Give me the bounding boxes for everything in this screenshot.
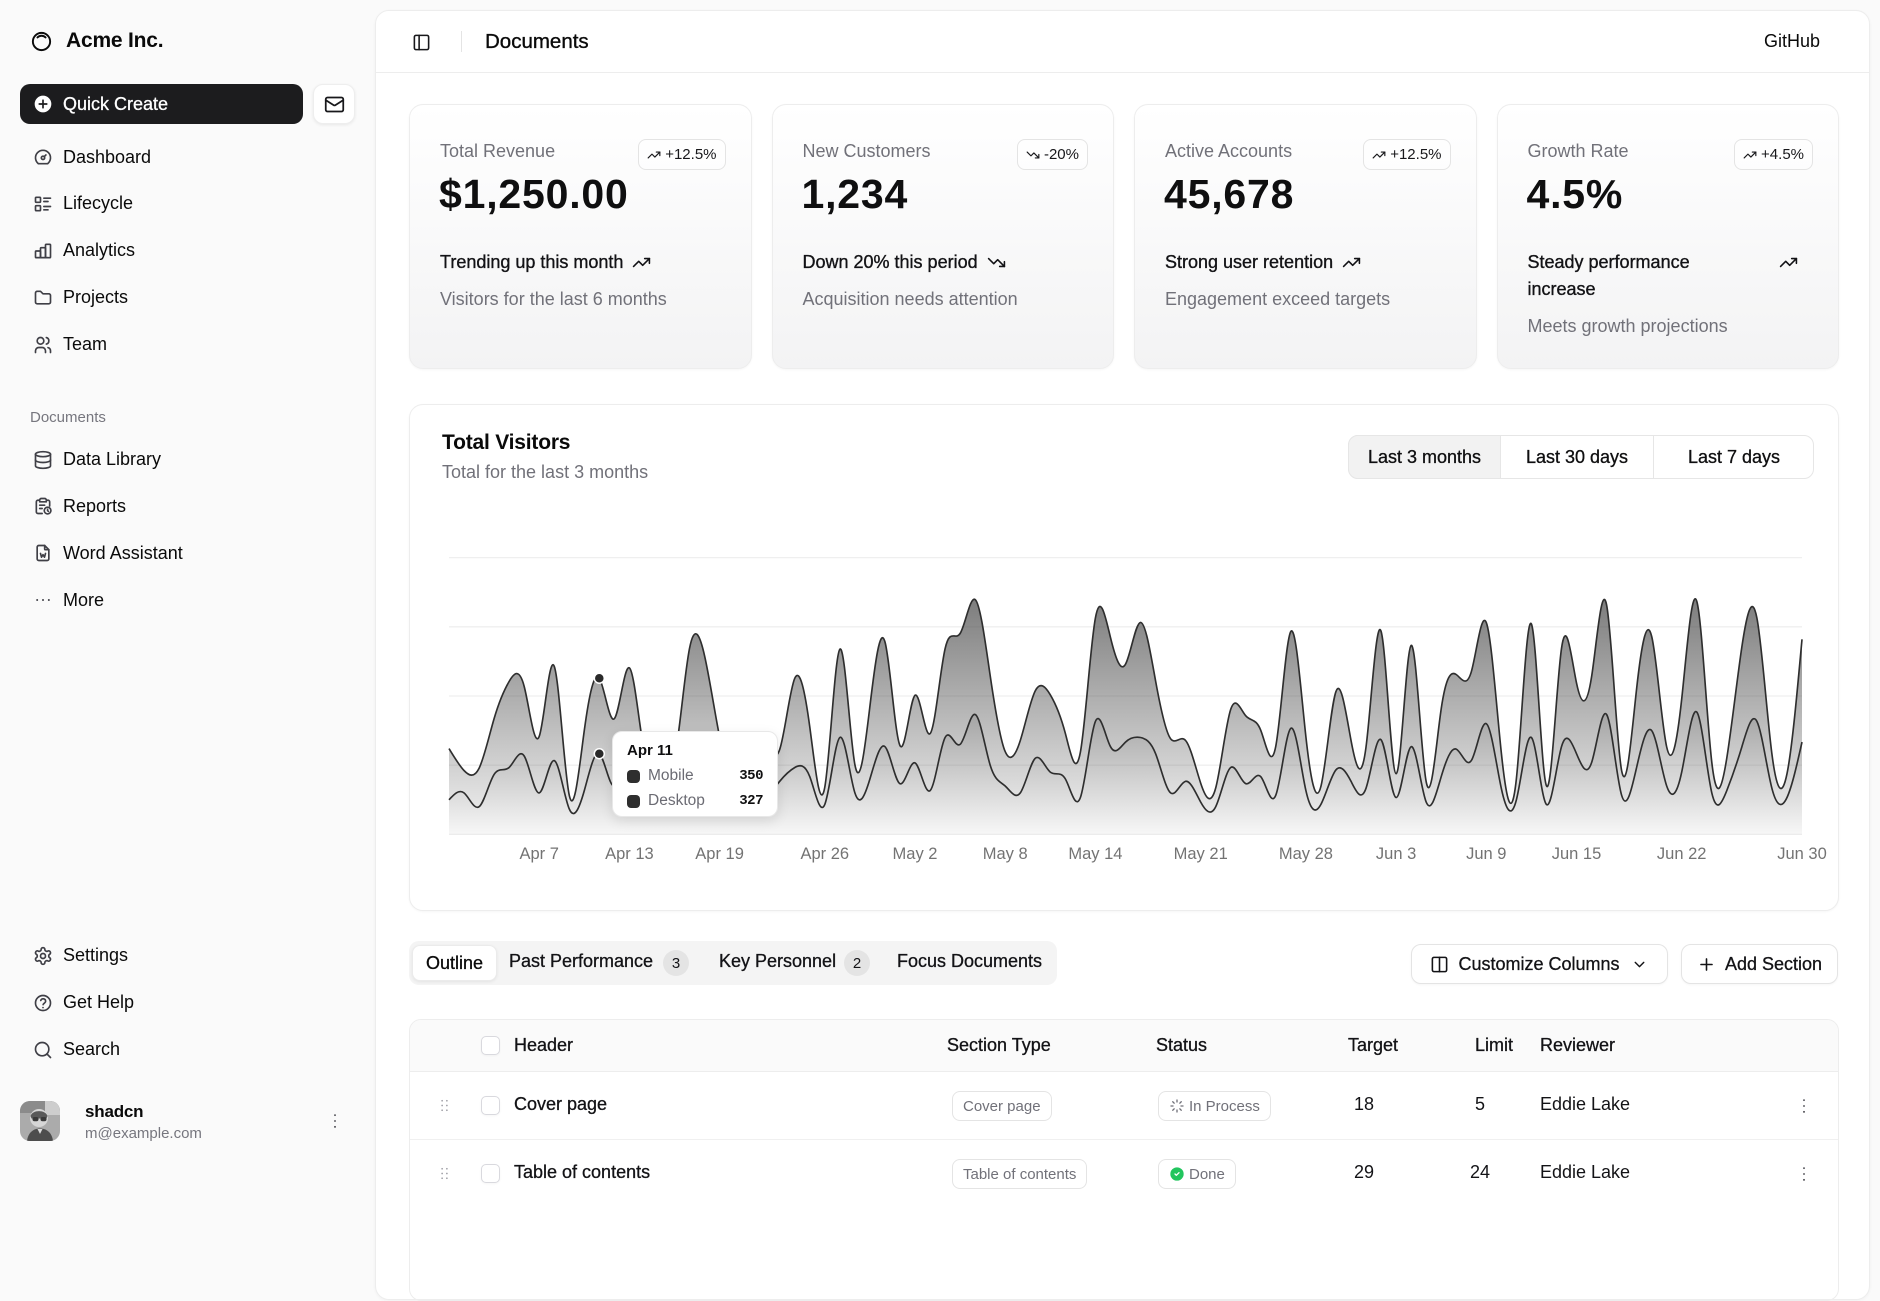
svg-text:May 14: May 14 bbox=[1068, 845, 1122, 863]
svg-text:May 28: May 28 bbox=[1279, 845, 1333, 863]
svg-text:Apr 7: Apr 7 bbox=[519, 845, 558, 863]
svg-text:Jun 15: Jun 15 bbox=[1552, 845, 1602, 863]
svg-text:May 2: May 2 bbox=[893, 845, 938, 863]
svg-text:Apr 13: Apr 13 bbox=[605, 845, 654, 863]
svg-text:Apr 19: Apr 19 bbox=[695, 845, 744, 863]
svg-text:Jun 22: Jun 22 bbox=[1657, 845, 1707, 863]
svg-text:Jun 30: Jun 30 bbox=[1777, 845, 1827, 863]
svg-text:Jun 9: Jun 9 bbox=[1466, 845, 1506, 863]
svg-text:May 21: May 21 bbox=[1174, 845, 1228, 863]
svg-text:Apr 26: Apr 26 bbox=[800, 845, 849, 863]
svg-text:May 8: May 8 bbox=[983, 845, 1028, 863]
svg-text:Jun 3: Jun 3 bbox=[1376, 845, 1416, 863]
